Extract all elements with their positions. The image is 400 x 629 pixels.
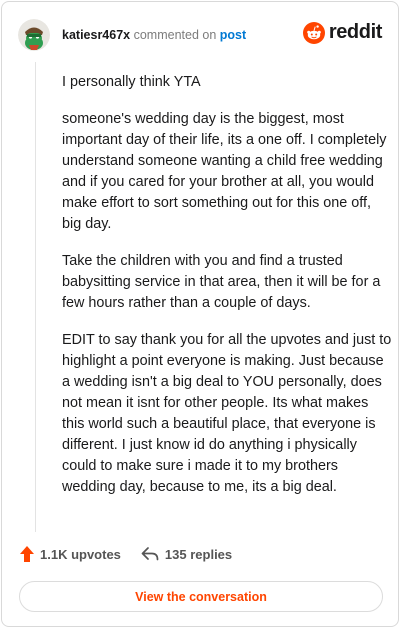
view-conversation-button[interactable]: View the conversation [19, 581, 383, 612]
reddit-snoo-icon [302, 21, 325, 44]
comment-paragraph: EDIT to say thank you for all the upvote… [62, 332, 392, 495]
comment-header: katiesr467x commented on post reddit [18, 18, 382, 52]
comment-meta: katiesr467x commented on post [62, 27, 246, 43]
comment-paragraph: I personally think YTA [62, 74, 201, 90]
upvote-arrow-icon [20, 546, 34, 562]
reddit-logo[interactable]: reddit [302, 21, 383, 44]
snoo-avatar-icon[interactable] [18, 19, 50, 51]
thread-line[interactable] [35, 62, 36, 532]
comment-body: I personally think YTA someone's wedding… [62, 72, 392, 514]
reply-count[interactable]: 135 replies [141, 547, 232, 562]
reply-arrow-icon [141, 547, 159, 561]
upvote-count[interactable]: 1.1K upvotes [20, 546, 121, 562]
logo-text: reddit [328, 21, 383, 43]
commented-on-text: commented on [133, 28, 217, 42]
comment-paragraph: someone's wedding day is the biggest, mo… [62, 111, 387, 232]
upvotes-label: 1.1K upvotes [40, 546, 121, 562]
post-link[interactable]: post [220, 28, 246, 42]
comment-paragraph: Take the children with you and find a tr… [62, 253, 381, 311]
replies-label: 135 replies [164, 546, 233, 562]
comment-card: katiesr467x commented on post reddit I p… [1, 1, 399, 627]
username[interactable]: katiesr467x [62, 28, 130, 42]
comment-footer: 1.1K upvotes 135 replies [20, 546, 232, 562]
